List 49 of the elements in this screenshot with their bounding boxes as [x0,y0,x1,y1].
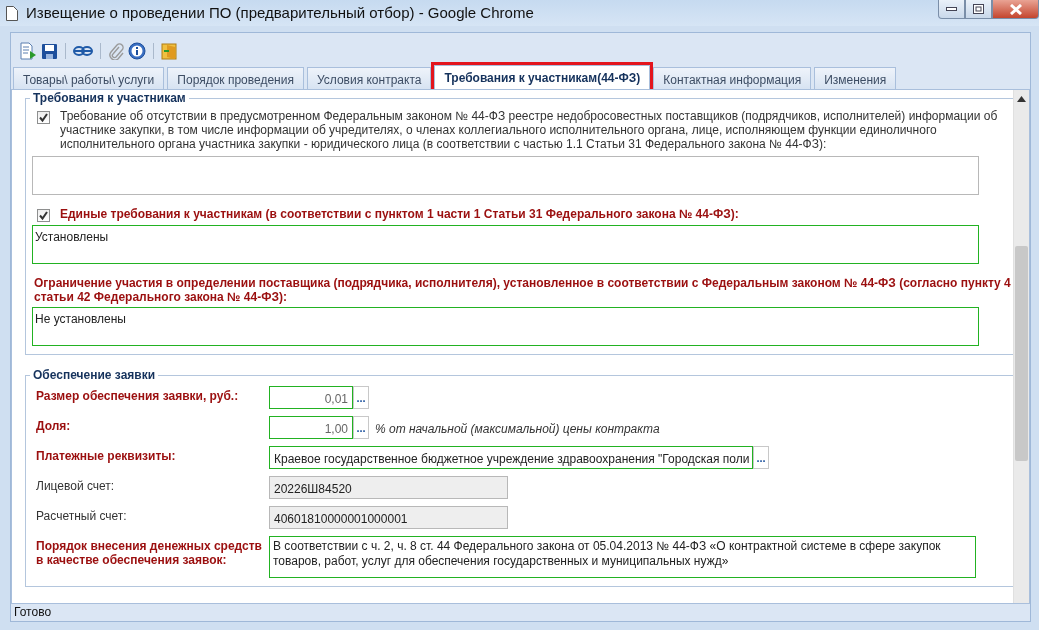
paperclip-icon[interactable] [108,42,124,60]
input-field[interactable]: 0,01 [269,386,353,409]
scroll-up-icon[interactable] [1017,96,1026,102]
group-title: Требования к участникам [30,91,189,105]
scrollbar[interactable] [1013,90,1029,603]
tab[interactable]: Изменения [814,67,897,89]
group-title: Обеспечение заявки [30,368,159,382]
document-icon [6,5,18,21]
field-label: Доля: [35,418,72,433]
field-label: Порядок внесения денежных средств в качестве обеспечения заявок: [35,538,263,567]
scrollbar-thumb[interactable] [1015,246,1028,461]
text-area[interactable]: В соответствии с ч. 2, ч. 8 ст. 44 Федерального закона от 05.04.2013 № 44-ФЗ «О контрактной системе в сфере закупок товаров, работ, услуг для обеспечения государственных и муниципальных нужд» [269,536,976,578]
minimize-icon [946,7,957,11]
document-arrow-icon[interactable] [19,42,37,60]
input-field: 40601810000001000001 [269,506,508,529]
input-field[interactable]: Краевое государственное бюджетное учреждение здравоохранения "Городская поли [269,446,753,469]
checkbox[interactable] [37,209,50,222]
minimize-button[interactable] [938,0,965,19]
tab[interactable]: Условия контракта [306,67,432,89]
checkbox[interactable] [37,111,50,124]
info-icon[interactable] [128,42,146,60]
field-label: Лицевой счет: [35,478,116,493]
input-field: 20226Ш84520 [269,476,508,499]
requirement-label: Ограничение участия в определении поставщика (подрядчика, исполнителя), установленное в соответствии с Федеральным законом № 44-ФЗ (согласно пункту 4 статьи 42 Федерального закона № 44-ФЗ): [34,276,1012,304]
requirement-label: Единые требования к участникам (в соответствии с пунктом 1 части 1 Статьи 31 Федерального закона № 44-ФЗ): [60,207,739,221]
save-icon[interactable] [41,42,58,60]
tab[interactable]: Товары\ работы\ услуги [13,67,165,89]
tab[interactable]: Порядок проведения [167,67,304,89]
browse-button[interactable]: ... [353,386,369,409]
field-label: Платежные реквизиты: [35,448,177,463]
browse-button[interactable]: ... [353,416,369,439]
requirement-label: Требование об отсутствии в предусмотренном Федеральным законом № 44-ФЗ реестре недобросовестных поставщиков (подрядчиков, исполнителей) информации об участнике закупки, в том числе информации об учредителях, о членах коллегиального исполнительного органа, лице, исполняющем функции единоличного исполнительного органа участника закупки - юридического лица (в соответствии с частью 1.1 Статьи 31 Федерального закона № 44-ФЗ): [60,109,999,151]
tab[interactable]: Требования к участникам(44-ФЗ) [434,65,651,89]
browse-button[interactable]: ... [753,446,769,469]
link-icon[interactable] [73,45,93,57]
exit-door-icon[interactable] [161,42,177,60]
field-label: Расчетный счет: [35,508,128,523]
maximize-button[interactable] [965,0,992,19]
field-hint: % от начальной (максимальной) цены контракта [374,421,661,438]
text-area[interactable]: Не установлены [32,307,979,346]
close-button[interactable] [992,0,1039,19]
tab[interactable]: Контактная информация [653,67,812,89]
text-area[interactable]: Установлены [32,225,979,264]
status-text: Готово [14,605,52,619]
window-title: Извещение о проведении ПО (предварительный отбор) - Google Chrome [26,2,534,23]
maximize-icon [973,4,984,14]
field-label: Размер обеспечения заявки, руб.: [35,388,240,403]
input-field[interactable]: 1,00 [269,416,353,439]
close-icon [1008,3,1023,15]
